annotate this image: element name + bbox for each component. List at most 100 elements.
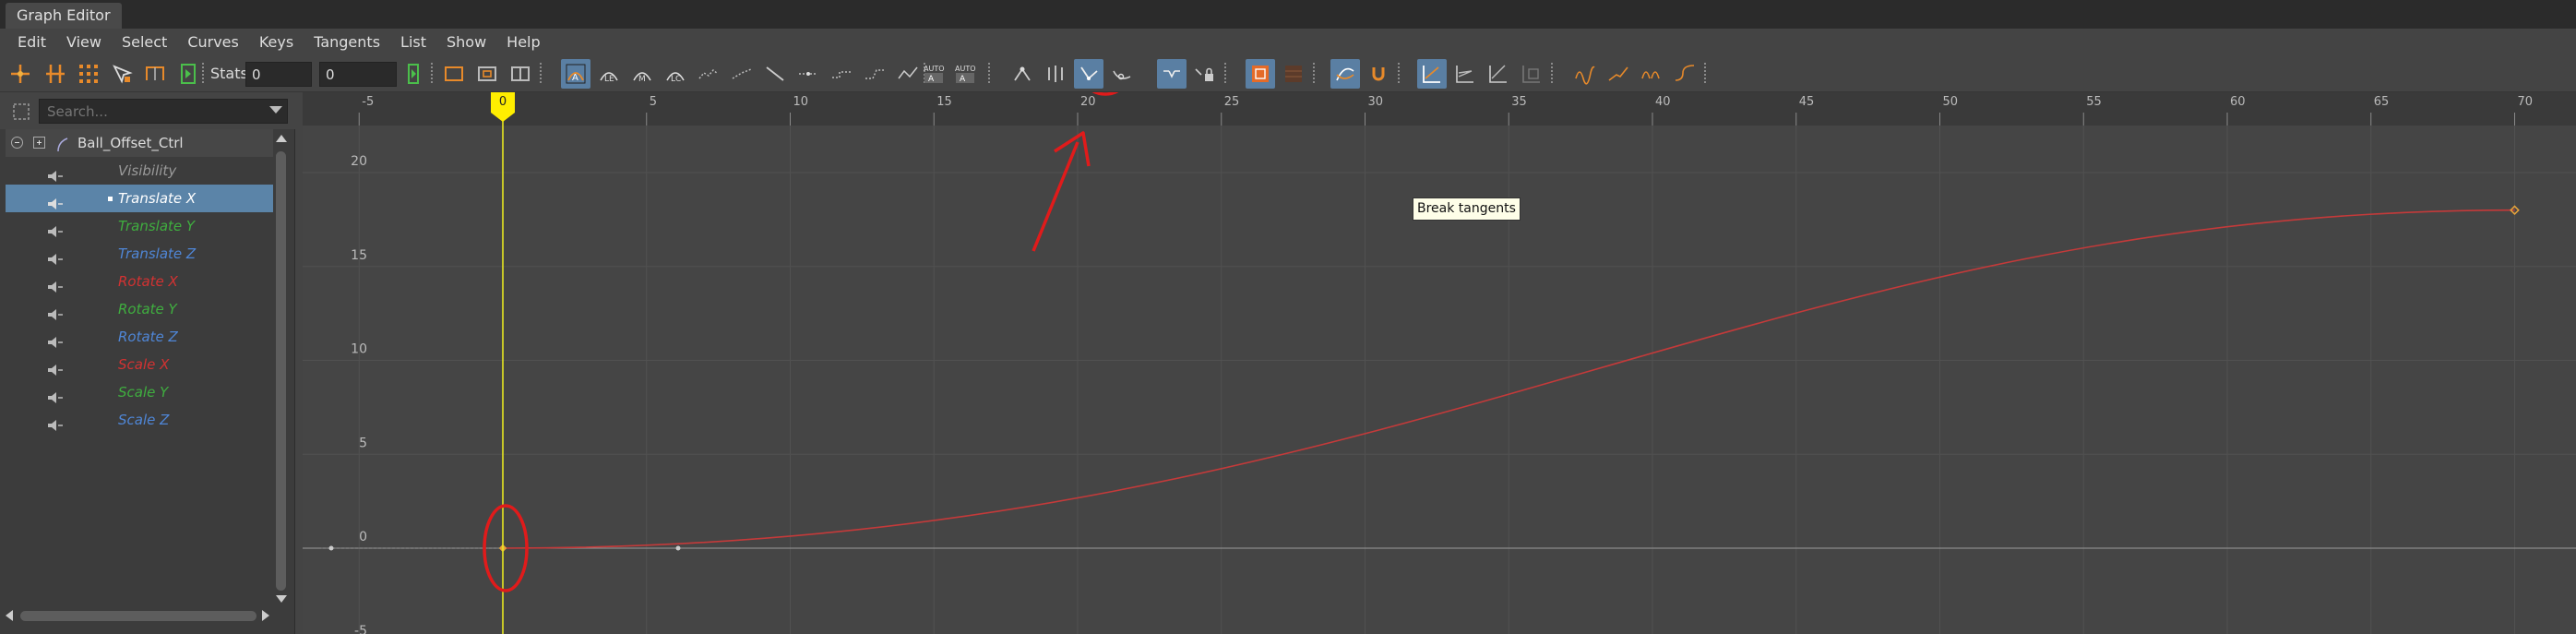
linear-tangent-icon[interactable]: LC bbox=[661, 59, 690, 89]
frame-playback-range-icon[interactable] bbox=[506, 59, 535, 89]
lock-tangents-icon[interactable] bbox=[1041, 59, 1070, 89]
scroll-thumb[interactable] bbox=[20, 611, 256, 621]
auto-tangent-icon[interactable]: A bbox=[561, 59, 590, 89]
auto-key-curve-icon[interactable]: AUTO A bbox=[950, 59, 980, 89]
channel-speaker-icon[interactable] bbox=[46, 330, 65, 348]
channel-row-rotate-x[interactable]: Rotate X bbox=[6, 268, 273, 295]
pre-infinity-offset-icon[interactable] bbox=[1604, 59, 1633, 89]
scroll-up-icon[interactable] bbox=[276, 135, 287, 142]
stats-frame-field[interactable] bbox=[245, 62, 312, 87]
step-tangent-icon[interactable] bbox=[727, 59, 757, 89]
svg-text:AUTO: AUTO bbox=[924, 65, 945, 73]
channel-row-scale-x[interactable]: Scale X bbox=[6, 351, 273, 378]
renormalize-icon[interactable] bbox=[1517, 59, 1546, 89]
lattice-deform-icon[interactable] bbox=[74, 59, 103, 89]
menu-show[interactable]: Show bbox=[436, 29, 496, 55]
spline-tangent-icon[interactable]: LE bbox=[594, 59, 624, 89]
unify-tangents-icon[interactable] bbox=[1008, 59, 1037, 89]
menu-help[interactable]: Help bbox=[496, 29, 550, 55]
search-dropdown-chevron-icon[interactable] bbox=[269, 106, 282, 114]
post-infinity-offset-icon[interactable] bbox=[1670, 59, 1699, 89]
graph-view[interactable]: -5 5 10 15 20 25 30 35 40 45 50 55 60 65 70 20 15 10 5 0 -5 0… bbox=[303, 92, 2576, 634]
pre-infinity-cycle-icon[interactable] bbox=[1570, 59, 1600, 89]
channel-speaker-icon[interactable] bbox=[46, 303, 65, 320]
break-tangents-tooltip: Break tangents bbox=[1413, 197, 1521, 221]
stacked-curves-icon[interactable] bbox=[1450, 59, 1480, 89]
channel-row-rotate-y[interactable]: Rotate Y bbox=[6, 295, 273, 323]
flat-icon[interactable] bbox=[793, 59, 823, 89]
menu-tangents[interactable]: Tangents bbox=[304, 29, 390, 55]
retime-tool-icon[interactable] bbox=[140, 59, 170, 89]
graph-canvas[interactable]: -5 5 10 15 20 25 30 35 40 45 50 55 60 65 7020151050-50 bbox=[303, 92, 2576, 634]
channel-row-visibility[interactable]: Visibility bbox=[6, 157, 273, 185]
channel-row-translate-x[interactable]: Translate X bbox=[6, 185, 273, 212]
stats-value-field[interactable] bbox=[319, 62, 397, 87]
toolbar-separator bbox=[1312, 63, 1316, 85]
channel-speaker-icon[interactable] bbox=[46, 386, 65, 403]
channel-row-scale-y[interactable]: Scale Y bbox=[6, 378, 273, 406]
ghost-curve-icon[interactable] bbox=[1246, 59, 1275, 89]
scroll-left-icon[interactable] bbox=[6, 610, 13, 621]
menu-edit[interactable]: Edit bbox=[7, 29, 56, 55]
channel-row-translate-z[interactable]: Translate Z bbox=[6, 240, 273, 268]
value-tick-label: 10 bbox=[351, 342, 367, 357]
normalize-curve-icon[interactable] bbox=[1157, 59, 1187, 89]
channel-speaker-icon[interactable] bbox=[46, 192, 65, 209]
toolbar-separator bbox=[430, 63, 434, 85]
break-tangents-icon[interactable] bbox=[1074, 59, 1103, 89]
flat-tangent-icon[interactable] bbox=[694, 59, 723, 89]
channel-speaker-icon[interactable] bbox=[46, 220, 65, 237]
frame-selection-icon[interactable] bbox=[472, 59, 502, 89]
channel-speaker-icon[interactable] bbox=[46, 413, 65, 431]
search-input[interactable] bbox=[39, 99, 288, 124]
insert-keys-tool-icon[interactable] bbox=[41, 59, 70, 89]
channel-speaker-icon[interactable] bbox=[46, 275, 65, 293]
tree-root-node[interactable]: Ball_Offset_Ctrl bbox=[6, 129, 273, 157]
channel-speaker-icon[interactable] bbox=[46, 358, 65, 376]
insert-key-icon[interactable] bbox=[1107, 59, 1137, 89]
lock-stats-icon[interactable] bbox=[399, 59, 428, 89]
buffer-curve-icon[interactable]: AUTO A bbox=[919, 59, 948, 89]
annotation-arrow-shaft bbox=[1032, 141, 1079, 252]
clamped-tangent-icon[interactable]: M bbox=[627, 59, 657, 89]
scroll-right-icon[interactable] bbox=[262, 610, 269, 621]
channel-row-rotate-z[interactable]: Rotate Z bbox=[6, 323, 273, 351]
outliner-vertical-scrollbar[interactable] bbox=[275, 131, 288, 611]
lock-key-icon[interactable] bbox=[1190, 59, 1220, 89]
plateau-icon[interactable] bbox=[860, 59, 889, 89]
menu-view[interactable]: View bbox=[56, 29, 112, 55]
collapse-icon[interactable] bbox=[11, 137, 23, 149]
channel-outliner: Ball_Offset_Ctrl Visibility Translate X … bbox=[0, 92, 295, 634]
menu-keys[interactable]: Keys bbox=[249, 29, 304, 55]
absolute-view-icon[interactable] bbox=[1417, 59, 1447, 89]
menu-list[interactable]: List bbox=[390, 29, 436, 55]
infinity-curves-icon[interactable] bbox=[1330, 59, 1360, 89]
channel-row-scale-z[interactable]: Scale Z bbox=[6, 406, 273, 434]
step-icon[interactable] bbox=[827, 59, 856, 89]
post-infinity-cycle-icon[interactable] bbox=[1637, 59, 1666, 89]
window-title-tab[interactable]: Graph Editor bbox=[6, 3, 122, 29]
linear-icon[interactable] bbox=[760, 59, 790, 89]
svg-text:AUTO: AUTO bbox=[955, 65, 976, 73]
frame-all-icon[interactable] bbox=[439, 59, 469, 89]
scroll-thumb[interactable] bbox=[276, 151, 286, 591]
ruler-tick-label: 60 bbox=[2230, 95, 2246, 109]
move-keys-tool-icon[interactable] bbox=[6, 59, 35, 89]
channel-speaker-icon[interactable] bbox=[46, 247, 65, 265]
magnet-icon[interactable] bbox=[1364, 59, 1393, 89]
ruler-tick-label: -5 bbox=[362, 95, 374, 109]
ruler-tick-label: 40 bbox=[1655, 95, 1671, 109]
normalized-view-icon[interactable] bbox=[1484, 59, 1513, 89]
stacked-view-icon[interactable] bbox=[1279, 59, 1308, 89]
menu-curves[interactable]: Curves bbox=[177, 29, 249, 55]
outliner-horizontal-scrollbar[interactable] bbox=[6, 609, 273, 622]
channel-row-translate-y[interactable]: Translate Y bbox=[6, 212, 273, 240]
menu-select[interactable]: Select bbox=[112, 29, 177, 55]
region-select-icon[interactable] bbox=[107, 59, 137, 89]
expand-all-icon[interactable] bbox=[33, 137, 45, 149]
filter-icon[interactable] bbox=[11, 102, 31, 122]
channel-speaker-icon[interactable] bbox=[46, 164, 65, 182]
scroll-down-icon[interactable] bbox=[276, 595, 287, 603]
time-slider-sync-icon[interactable] bbox=[173, 59, 203, 89]
channel-label: Scale Y bbox=[118, 384, 169, 401]
